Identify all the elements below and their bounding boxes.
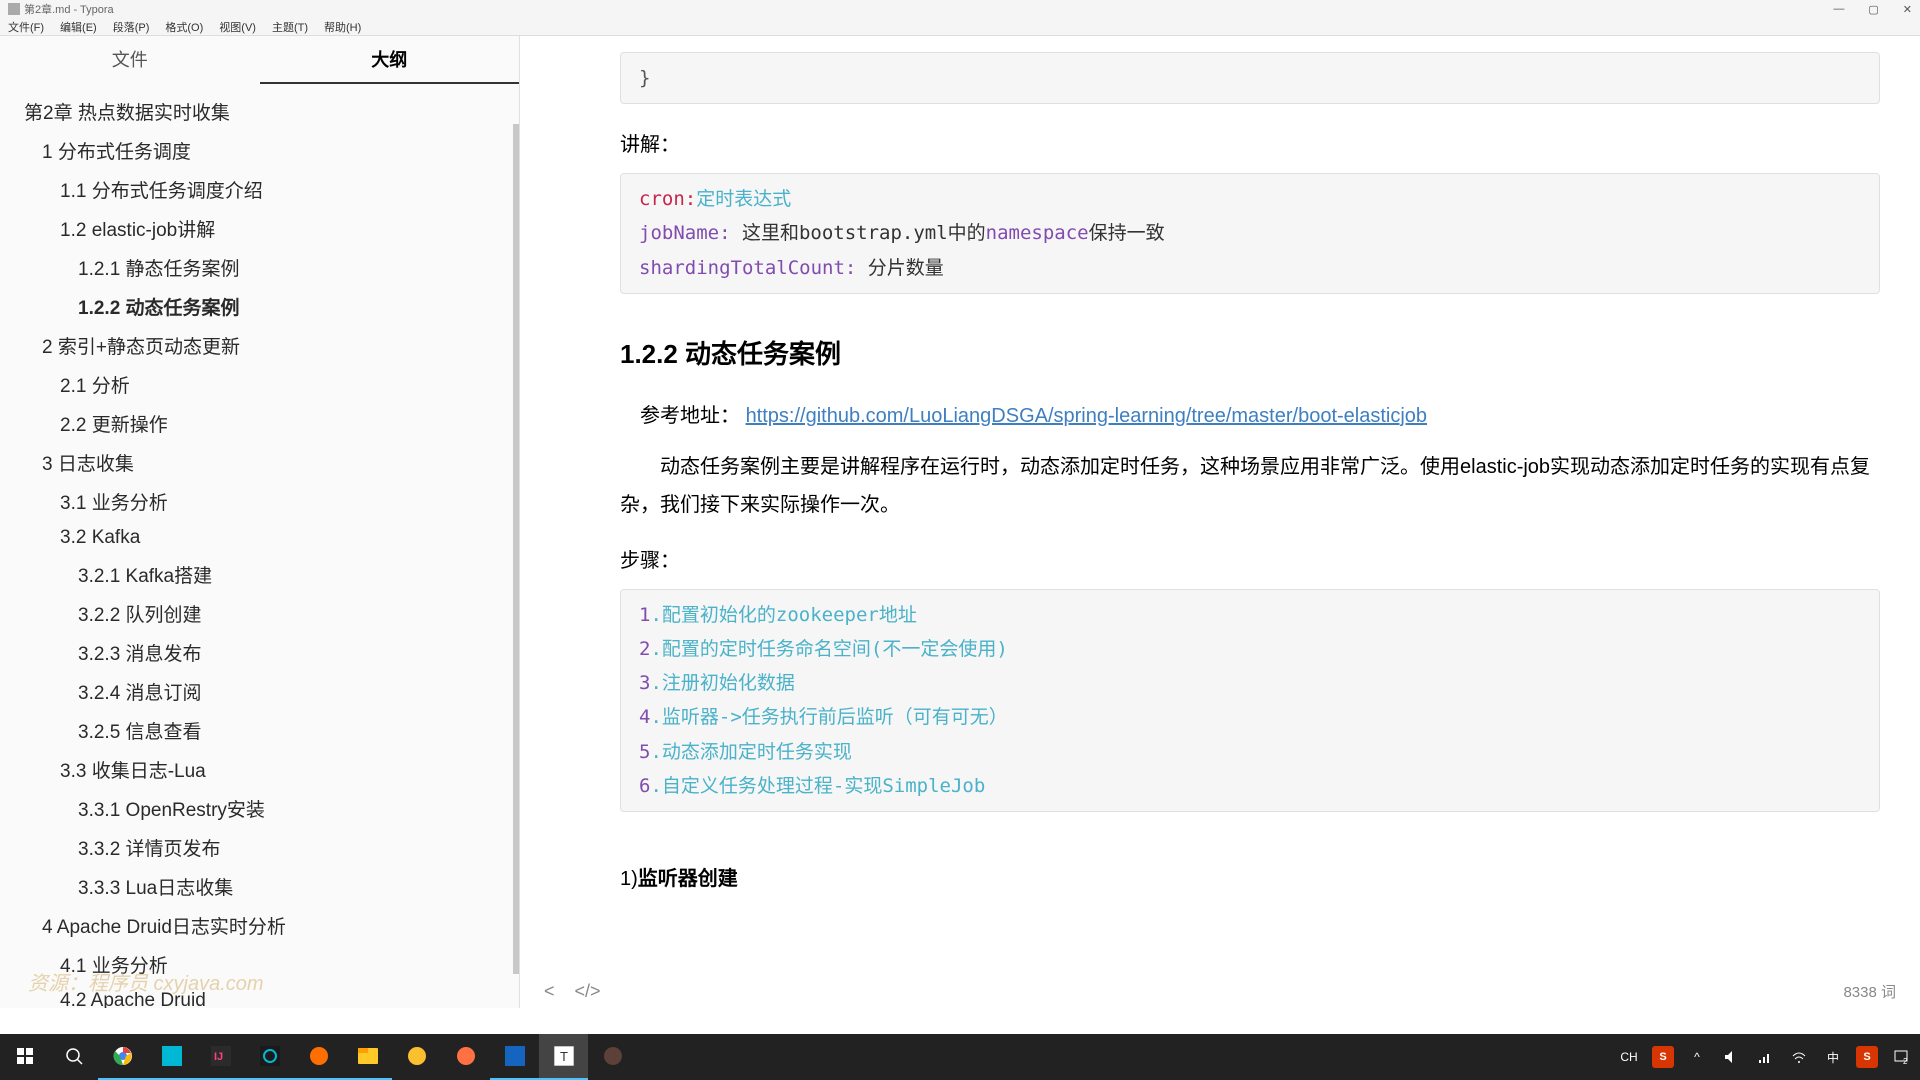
taskbar: IJ T CH S ^ 中 S 2 <box>0 1034 1920 1080</box>
outline-item[interactable]: 4 Apache Druid日志实时分析 <box>24 906 519 945</box>
sub-heading-num: 1) <box>620 868 638 890</box>
outline-item[interactable]: 1 分布式任务调度 <box>24 131 519 170</box>
tray-chevron-icon[interactable]: ^ <box>1686 1046 1708 1068</box>
tab-files[interactable]: 文件 <box>0 36 260 84</box>
step-line: 2.配置的定时任务命名空间(不一定会使用) <box>639 632 1861 666</box>
volume-icon[interactable] <box>1720 1046 1742 1068</box>
network-icon[interactable] <box>1754 1046 1776 1068</box>
ime-mode[interactable]: 中 <box>1822 1046 1844 1068</box>
outline-item[interactable]: 3.2.1 Kafka搭建 <box>24 555 519 594</box>
app-icon <box>8 3 20 15</box>
ime-badge-icon[interactable]: S <box>1652 1046 1674 1068</box>
outline-item[interactable]: 3.2.4 消息订阅 <box>24 672 519 711</box>
outline-item[interactable]: 4.2 Apache Druid <box>24 984 519 1008</box>
ref-label: 参考地址： <box>620 405 740 427</box>
outline-item[interactable]: 3.2 Kafka <box>24 521 519 555</box>
step-line: 6.自定义任务处理过程-实现SimpleJob <box>639 769 1861 803</box>
step-line: 1.配置初始化的zookeeper地址 <box>639 598 1861 632</box>
tb-app10[interactable] <box>588 1034 637 1080</box>
outline-item[interactable]: 3.1 业务分析 <box>24 482 519 521</box>
outline-item[interactable]: 2.1 分析 <box>24 365 519 404</box>
tb-app8[interactable] <box>490 1034 539 1080</box>
param-line: cron:定时表达式 <box>639 182 1861 216</box>
editor-content[interactable]: } 讲解： cron:定时表达式jobName: 这里和bootstrap.ym… <box>520 36 1920 1008</box>
menu-format[interactable]: 格式(O) <box>161 19 207 35</box>
ref-link[interactable]: https://github.com/LuoLiangDSGA/spring-l… <box>746 405 1427 427</box>
svg-text:IJ: IJ <box>214 1051 223 1063</box>
outline-item[interactable]: 1.2 elastic-job讲解 <box>24 209 519 248</box>
steps-title: 步骤： <box>620 544 1880 573</box>
outline-item[interactable]: 1.2.2 动态任务案例 <box>24 287 519 326</box>
outline-item[interactable]: 2.2 更新操作 <box>24 404 519 443</box>
sub-heading-text: 监听器创建 <box>638 868 738 890</box>
svg-text:T: T <box>560 1049 568 1064</box>
wifi-icon[interactable] <box>1788 1046 1810 1068</box>
svg-text:2: 2 <box>1903 1057 1908 1065</box>
code-char: } <box>639 61 1861 95</box>
params-block: cron:定时表达式jobName: 这里和bootstrap.yml中的nam… <box>620 173 1880 294</box>
outline-item[interactable]: 3.3 收集日志-Lua <box>24 750 519 789</box>
outline-item[interactable]: 2 索引+静态页动态更新 <box>24 326 519 365</box>
outline-item[interactable]: 1.1 分布式任务调度介绍 <box>24 170 519 209</box>
tb-app3[interactable] <box>245 1034 294 1080</box>
tb-chrome[interactable] <box>98 1034 147 1080</box>
start-button[interactable] <box>0 1034 49 1080</box>
tb-typora[interactable]: T <box>539 1034 588 1080</box>
menu-theme[interactable]: 主题(T) <box>268 19 312 35</box>
tb-app4[interactable] <box>294 1034 343 1080</box>
statusbar: < </> 8338 词 <box>520 974 1920 1008</box>
maximize-button[interactable]: ▢ <box>1868 3 1878 16</box>
reference-line: 参考地址： https://github.com/LuoLiangDSGA/sp… <box>620 399 1880 428</box>
step-line: 5.动态添加定时任务实现 <box>639 735 1861 769</box>
tab-outline[interactable]: 大纲 <box>260 36 520 84</box>
menu-paragraph[interactable]: 段落(P) <box>109 19 154 35</box>
menu-file[interactable]: 文件(F) <box>4 19 48 35</box>
word-count[interactable]: 8338 词 <box>1843 981 1896 1002</box>
ime-badge2-icon[interactable]: S <box>1856 1046 1878 1068</box>
param-line: jobName: 这里和bootstrap.yml中的namespace保持一致 <box>639 216 1861 250</box>
outline-item[interactable]: 3 日志收集 <box>24 443 519 482</box>
body-paragraph: 动态任务案例主要是讲解程序在运行时，动态添加定时任务，这种场景应用非常广泛。使用… <box>620 448 1880 524</box>
nav-back-icon[interactable]: < <box>544 981 555 1002</box>
close-button[interactable]: ✕ <box>1903 3 1912 16</box>
outline-item[interactable]: 3.3.1 OpenRestry安装 <box>24 789 519 828</box>
outline-item[interactable]: 第2章 热点数据实时收集 <box>24 92 519 131</box>
tb-app7[interactable] <box>441 1034 490 1080</box>
tb-explorer[interactable] <box>343 1034 392 1080</box>
minimize-button[interactable]: — <box>1833 3 1844 16</box>
outline-item[interactable]: 1.2.1 静态任务案例 <box>24 248 519 287</box>
outline-item[interactable]: 4.1 业务分析 <box>24 945 519 984</box>
tb-app1[interactable] <box>147 1034 196 1080</box>
menu-view[interactable]: 视图(V) <box>215 19 260 35</box>
search-button[interactable] <box>49 1034 98 1080</box>
outline-item[interactable]: 3.3.3 Lua日志收集 <box>24 867 519 906</box>
ime-lang[interactable]: CH <box>1618 1046 1640 1068</box>
sidebar: 文件 大纲 第2章 热点数据实时收集1 分布式任务调度1.1 分布式任务调度介绍… <box>0 36 520 1008</box>
outline-item[interactable]: 3.2.2 队列创建 <box>24 594 519 633</box>
notifications-icon[interactable]: 2 <box>1890 1046 1912 1068</box>
sub-heading: 1)监听器创建 <box>620 862 1880 891</box>
step-line: 4.监听器->任务执行前后监听（可有可无） <box>639 700 1861 734</box>
outline-item[interactable]: 3.3.2 详情页发布 <box>24 828 519 867</box>
section-heading: 1.2.2 动态任务案例 <box>620 334 1880 371</box>
steps-block: 1.配置初始化的zookeeper地址2.配置的定时任务命名空间(不一定会使用)… <box>620 589 1880 812</box>
tb-intellij[interactable]: IJ <box>196 1034 245 1080</box>
menubar: 文件(F) 编辑(E) 段落(P) 格式(O) 视图(V) 主题(T) 帮助(H… <box>0 18 1920 36</box>
outline-item[interactable]: 3.2.3 消息发布 <box>24 633 519 672</box>
outline-panel[interactable]: 第2章 热点数据实时收集1 分布式任务调度1.1 分布式任务调度介绍1.2 el… <box>0 84 519 1008</box>
outline-item[interactable]: 3.2.5 信息查看 <box>24 711 519 750</box>
param-line: shardingTotalCount: 分片数量 <box>639 251 1861 285</box>
menu-edit[interactable]: 编辑(E) <box>56 19 101 35</box>
tb-app6[interactable] <box>392 1034 441 1080</box>
code-view-icon[interactable]: </> <box>575 981 601 1002</box>
titlebar: 第2章.md - Typora — ▢ ✕ <box>0 0 1920 18</box>
explain-label: 讲解： <box>620 128 1880 157</box>
code-block-top: } <box>620 52 1880 104</box>
step-line: 3.注册初始化数据 <box>639 666 1861 700</box>
menu-help[interactable]: 帮助(H) <box>320 19 365 35</box>
window-title: 第2章.md - Typora <box>24 1 114 17</box>
